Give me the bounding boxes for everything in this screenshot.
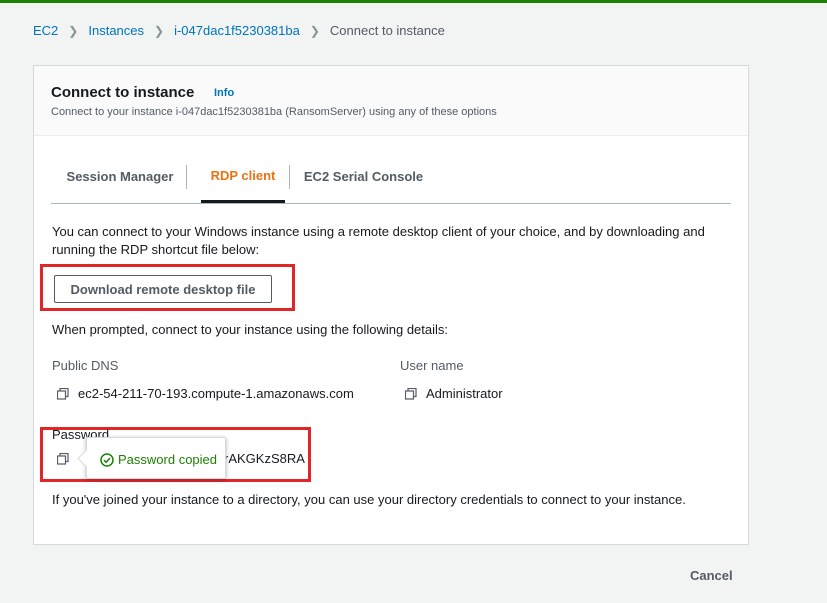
tab-session-manager[interactable]: Session Manager	[60, 152, 180, 202]
copy-icon[interactable]	[57, 453, 69, 465]
panel-description: Connect to your instance i-047dac1f52303…	[51, 106, 497, 118]
tab-divider	[186, 165, 187, 189]
public-dns-label: Public DNS	[52, 358, 119, 373]
tooltip-text: Password copied	[118, 452, 217, 467]
directory-note: If you've joined your instance to a dire…	[52, 492, 686, 507]
breadcrumb: EC2 ❯ Instances ❯ i-047dac1f5230381ba ❯ …	[33, 23, 445, 38]
check-circle-icon	[100, 453, 114, 467]
tab-ec2-serial-console[interactable]: EC2 Serial Console	[301, 152, 426, 202]
breadcrumb-ec2[interactable]: EC2	[33, 23, 58, 38]
page-title: Connect to instance	[51, 84, 195, 101]
tab-bar: Session Manager RDP client EC2 Serial Co…	[51, 152, 731, 204]
prompt-text: When prompted, connect to your instance …	[52, 322, 449, 337]
top-status-bar	[0, 0, 827, 3]
info-link[interactable]: Info	[214, 87, 234, 99]
chevron-right-icon: ❯	[68, 23, 79, 38]
copy-icon[interactable]	[405, 388, 417, 400]
chevron-right-icon: ❯	[154, 23, 165, 38]
breadcrumb-instances[interactable]: Instances	[88, 23, 144, 38]
copy-icon[interactable]	[57, 388, 69, 400]
public-dns-value: ec2-54-211-70-193.compute-1.amazonaws.co…	[78, 386, 354, 401]
tab-divider	[289, 165, 290, 189]
download-rdp-button[interactable]: Download remote desktop file	[54, 275, 272, 303]
chevron-right-icon: ❯	[309, 23, 320, 38]
username-label: User name	[400, 358, 464, 373]
password-value: rAKGKzS8RA	[224, 451, 305, 466]
breadcrumb-current: Connect to instance	[329, 23, 445, 38]
intro-line-2: running the RDP shortcut file below:	[52, 242, 260, 257]
panel-header: Connect to instance Info Connect to your…	[34, 66, 748, 136]
cancel-button[interactable]: Cancel	[690, 568, 733, 583]
breadcrumb-instance-id[interactable]: i-047dac1f5230381ba	[174, 23, 300, 38]
intro-line-1: You can connect to your Windows instance…	[52, 224, 705, 239]
username-value: Administrator	[426, 386, 503, 401]
password-copied-tooltip: Password copied	[77, 437, 226, 479]
tab-rdp-client[interactable]: RDP client	[201, 152, 285, 203]
